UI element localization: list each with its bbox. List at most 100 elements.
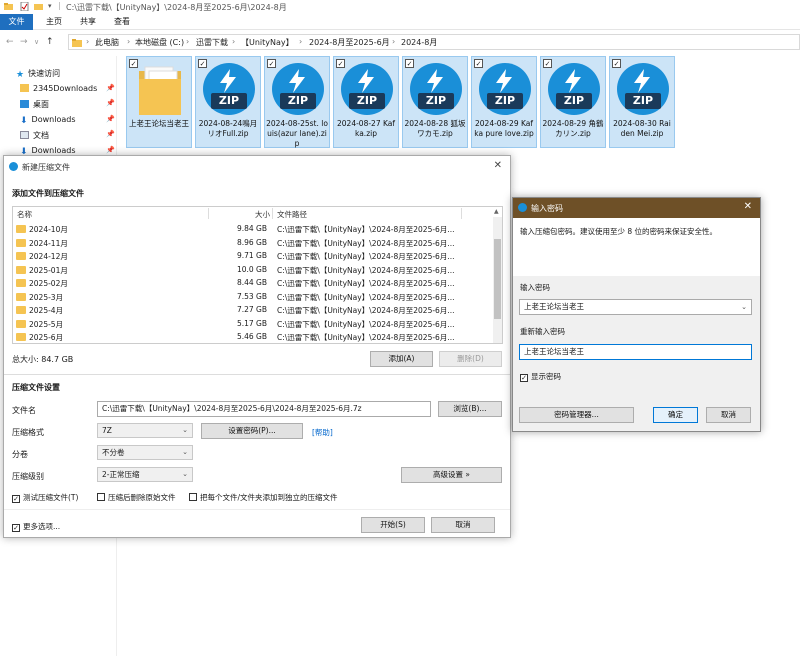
more-options-checkbox[interactable]: ✓ 更多选项... bbox=[12, 521, 60, 532]
breadcrumb-unitynay[interactable]: 【UnityNay】 bbox=[241, 37, 294, 48]
folder-icon bbox=[16, 306, 26, 314]
forward-arrow-icon[interactable]: → bbox=[20, 37, 28, 47]
cancel-button[interactable]: 取消 bbox=[706, 407, 751, 423]
nav-desktop[interactable]: 桌面 bbox=[20, 99, 49, 110]
split-select[interactable]: 不分卷 ⌄ bbox=[97, 445, 193, 460]
list-item[interactable]: 2025-4月 7.27 GB C:\迅雷下载\【UnityNay】\2024-8月… bbox=[13, 304, 493, 317]
tile-checkbox[interactable]: ✓ bbox=[336, 59, 345, 68]
column-header-path[interactable]: 文件路径 bbox=[277, 209, 307, 220]
file-tile-zip[interactable]: ✓ ZIP 2024-08-24鳴月リオFull.zip bbox=[195, 56, 261, 148]
password-input[interactable]: 上老王论坛当老王 ⌄ bbox=[519, 299, 752, 315]
add-files-heading: 添加文件到压缩文件 bbox=[12, 189, 84, 198]
file-tile-zip[interactable]: ✓ ZIP 2024-08-29 角鶴カリン.zip bbox=[540, 56, 606, 148]
scroll-up-icon[interactable]: ▲ bbox=[494, 208, 499, 215]
file-name: 2024-08-27 Kafka.zip bbox=[337, 119, 395, 138]
cancel-button[interactable]: 取消 bbox=[431, 517, 495, 533]
dialog-title: 输入密码 bbox=[531, 204, 563, 213]
chevron-down-icon: ⌄ bbox=[182, 470, 188, 478]
tile-checkbox[interactable]: ✓ bbox=[474, 59, 483, 68]
ok-button[interactable]: 确定 bbox=[653, 407, 698, 423]
filename-input[interactable]: C:\迅雷下载\【UnityNay】\2024-8月至2025-6月\2024-… bbox=[97, 401, 431, 417]
quick-access-dropdown-icon[interactable]: ▾ bbox=[48, 2, 52, 10]
file-tile-zip[interactable]: ✓ ZIP 2024-08-28 狐坂ワカモ.zip bbox=[402, 56, 468, 148]
file-list[interactable]: 名称 大小 文件路径 2024-10月 9.84 GB C:\迅雷下载\【Unity… bbox=[12, 206, 503, 344]
file-tile-zip[interactable]: ✓ ZIP 2024-08-30 Raiden Mei.zip bbox=[609, 56, 675, 148]
list-item[interactable]: 2025-01月 10.0 GB C:\迅雷下载\【UnityNay】\2024-8… bbox=[13, 264, 493, 277]
tile-checkbox[interactable]: ✓ bbox=[129, 59, 138, 68]
scrollbar-thumb[interactable] bbox=[494, 239, 501, 319]
delete-button[interactable]: 删除(D) bbox=[439, 351, 502, 367]
folder-icon bbox=[16, 319, 26, 328]
column-header-name[interactable]: 名称 bbox=[17, 209, 32, 220]
separate-archives-checkbox[interactable]: 把每个文件/文件夹添加到独立的压缩文件 bbox=[189, 492, 338, 503]
breadcrumb-range[interactable]: 2024-8月至2025-6月 bbox=[309, 37, 390, 48]
app-icon bbox=[9, 162, 18, 171]
delete-after-checkbox[interactable]: 压缩后删除原始文件 bbox=[97, 492, 176, 503]
nav-documents[interactable]: 文档 bbox=[20, 130, 49, 141]
add-button[interactable]: 添加(A) bbox=[370, 351, 433, 367]
set-password-button[interactable]: 设置密码(P)... bbox=[201, 423, 303, 439]
back-arrow-icon[interactable]: ← bbox=[6, 37, 14, 47]
up-arrow-icon[interactable]: ↑ bbox=[46, 37, 54, 47]
split-label: 分卷 bbox=[12, 450, 28, 459]
zip-archive-icon: ZIP bbox=[617, 63, 669, 115]
nav-downloads-2[interactable]: ⬇ Downloads bbox=[20, 146, 75, 157]
nav-quick-access[interactable]: ★ 快速访问 bbox=[16, 68, 60, 80]
close-icon[interactable]: ✕ bbox=[744, 201, 752, 212]
password-manager-button[interactable]: 密码管理器... bbox=[519, 407, 634, 423]
file-tile-zip[interactable]: ✓ ZIP 2024-08-29 Kafka pure love.zip bbox=[471, 56, 537, 148]
tile-checkbox[interactable]: ✓ bbox=[267, 59, 276, 68]
tile-checkbox[interactable]: ✓ bbox=[198, 59, 207, 68]
settings-heading: 压缩文件设置 bbox=[12, 383, 60, 392]
tile-checkbox[interactable]: ✓ bbox=[405, 59, 414, 68]
breadcrumb-current[interactable]: 2024-8月 bbox=[401, 37, 437, 48]
recent-dropdown-icon[interactable]: ∨ bbox=[34, 38, 39, 46]
nav-downloads[interactable]: ⬇ Downloads bbox=[20, 115, 75, 126]
list-item[interactable]: 2025-3月 7.53 GB C:\迅雷下载\【UnityNay】\2024-8月… bbox=[13, 291, 493, 304]
new-folder-icon[interactable] bbox=[34, 2, 43, 11]
show-password-checkbox[interactable]: ✓ 显示密码 bbox=[520, 371, 561, 382]
close-icon[interactable]: ✕ bbox=[494, 160, 502, 171]
list-item[interactable]: 2024-11月 8.96 GB C:\迅雷下载\【UnityNay】\2024-8… bbox=[13, 237, 493, 250]
vertical-scrollbar[interactable]: ▲ bbox=[493, 208, 502, 343]
file-name: 2024-08-30 Raiden Mei.zip bbox=[613, 119, 671, 138]
zip-archive-icon: ZIP bbox=[341, 63, 393, 115]
list-item[interactable]: 2025-02月 8.44 GB C:\迅雷下载\【UnityNay】\2024-8… bbox=[13, 277, 493, 290]
browse-button[interactable]: 浏览(B)... bbox=[438, 401, 502, 417]
tab-view[interactable]: 查看 bbox=[108, 14, 136, 30]
column-header-size[interactable]: 大小 bbox=[255, 209, 270, 220]
ribbon-tabs: 文件 主页 共享 查看 bbox=[0, 14, 800, 30]
file-tile-folder[interactable]: ✓ 上老王论坛当老王 bbox=[126, 56, 192, 148]
tab-share[interactable]: 共享 bbox=[74, 14, 102, 30]
app-icon bbox=[518, 203, 527, 212]
address-bar[interactable]: › 此电脑 › 本地磁盘 (C:) › 迅雷下载 › 【UnityNay】 › … bbox=[68, 34, 800, 50]
list-item[interactable]: 2024-12月 9.71 GB C:\迅雷下载\【UnityNay】\2024-8… bbox=[13, 250, 493, 263]
file-tile-zip[interactable]: ✓ ZIP 2024-08-25st. louis(azur lane).zip bbox=[264, 56, 330, 148]
tile-checkbox[interactable]: ✓ bbox=[612, 59, 621, 68]
list-item[interactable]: 2025-6月 5.46 GB C:\迅雷下载\【UnityNay】\2024-8月… bbox=[13, 331, 493, 343]
breadcrumb-downloads[interactable]: 迅雷下载 bbox=[196, 37, 228, 48]
advanced-settings-button[interactable]: 高级设置 » bbox=[401, 467, 502, 483]
repeat-password-label: 重新输入密码 bbox=[520, 327, 565, 336]
properties-icon[interactable] bbox=[20, 2, 29, 11]
list-item[interactable]: 2025-5月 5.17 GB C:\迅雷下载\【UnityNay】\2024-8月… bbox=[13, 318, 493, 331]
file-tile-zip[interactable]: ✓ ZIP 2024-08-27 Kafka.zip bbox=[333, 56, 399, 148]
nav-2345downloads[interactable]: 2345Downloads bbox=[20, 84, 97, 93]
test-archive-checkbox[interactable]: ✓ 测试压缩文件(T) bbox=[12, 492, 78, 503]
breadcrumb-local-disk[interactable]: 本地磁盘 (C:) bbox=[135, 37, 184, 48]
navigation-pane: ★ 快速访问 2345Downloads 📌 桌面 📌 ⬇ Downloads 📌 … bbox=[0, 60, 116, 160]
filename-label: 文件名 bbox=[12, 406, 36, 415]
level-select[interactable]: 2-正常压缩 ⌄ bbox=[97, 467, 193, 482]
tile-checkbox[interactable]: ✓ bbox=[543, 59, 552, 68]
repeat-password-input[interactable]: 上老王论坛当老王 bbox=[519, 344, 752, 360]
tab-file[interactable]: 文件 bbox=[0, 14, 33, 30]
chevron-down-icon[interactable]: ⌄ bbox=[741, 300, 747, 314]
help-link[interactable]: [帮助] bbox=[312, 427, 333, 438]
start-button[interactable]: 开始(S) bbox=[361, 517, 425, 533]
dialog-title-bar: 新建压缩文件 ✕ bbox=[4, 156, 510, 178]
breadcrumb-this-pc[interactable]: 此电脑 bbox=[95, 37, 119, 48]
list-item[interactable]: 2024-10月 9.84 GB C:\迅雷下载\【UnityNay】\2024-8… bbox=[13, 223, 493, 236]
tab-home[interactable]: 主页 bbox=[40, 14, 68, 30]
format-select[interactable]: 7Z ⌄ bbox=[97, 423, 193, 438]
checkbox-checked: ✓ bbox=[12, 495, 20, 503]
